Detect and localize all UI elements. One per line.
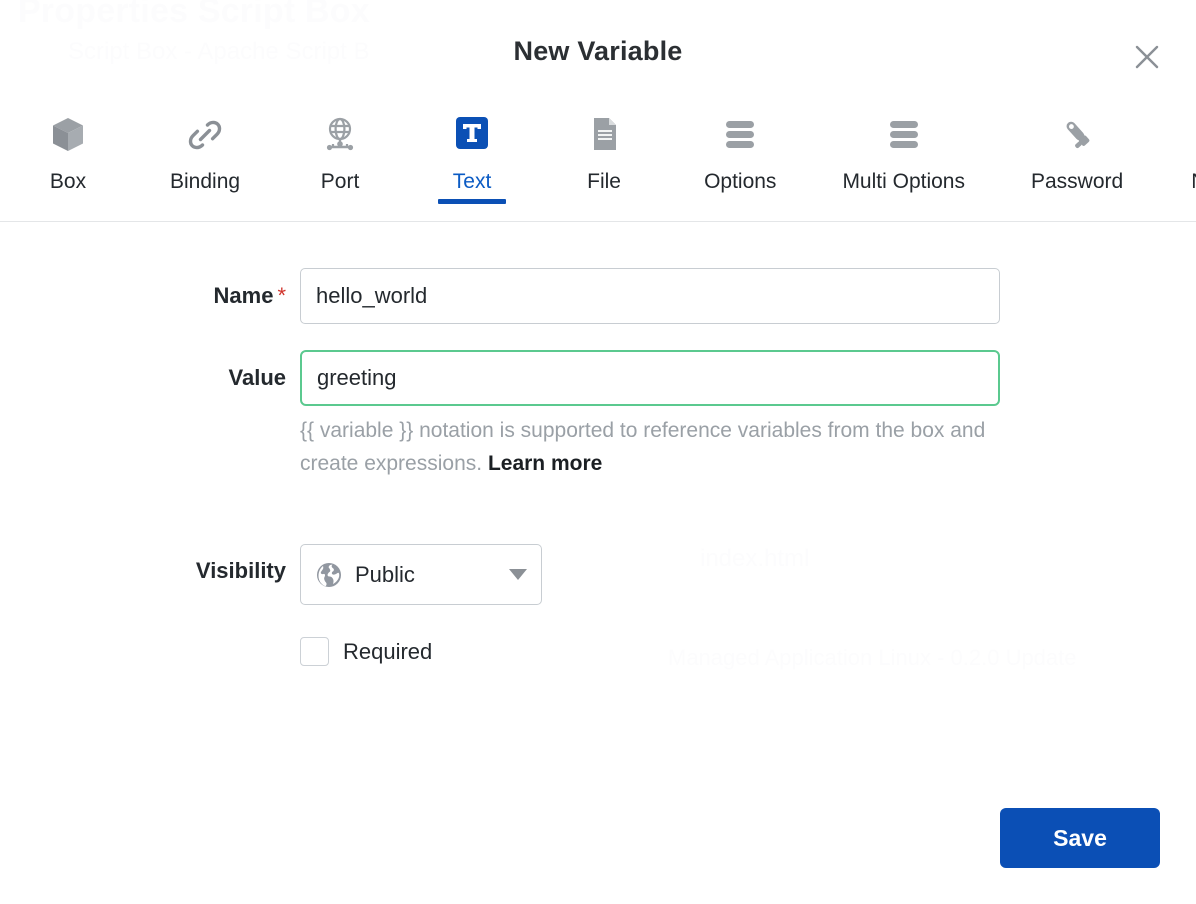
text-t-icon	[451, 112, 493, 158]
tab-underline	[702, 199, 778, 204]
learn-more-link[interactable]: Learn more	[488, 452, 602, 475]
tab-number[interactable]: Number	[1179, 106, 1196, 194]
variable-type-tabs: Box Binding Port Text File Options Multi…	[0, 106, 1196, 222]
name-row: Name *	[0, 268, 1196, 324]
tab-underline	[840, 199, 967, 204]
value-field-col: {{ variable }} notation is supported to …	[300, 350, 1196, 480]
save-button[interactable]: Save	[1000, 808, 1160, 868]
globe-network-icon	[319, 112, 361, 158]
visibility-selected-value: Public	[355, 561, 415, 587]
tab-label: Binding	[170, 170, 241, 193]
tab-label: File	[587, 170, 621, 193]
name-label-wrap: Name *	[0, 268, 300, 307]
tab-port[interactable]: Port	[296, 106, 384, 194]
new-variable-dialog: New Variable Box Binding Port Text File …	[0, 0, 1196, 904]
name-input[interactable]	[300, 268, 1000, 324]
required-checkbox-wrap[interactable]: Required	[300, 637, 1196, 667]
visibility-field-col: Public	[300, 544, 1196, 606]
dialog-footer: Save	[1000, 808, 1160, 868]
tab-label: Port	[320, 170, 360, 193]
required-asterisk: *	[277, 283, 286, 308]
helper-text: {{ variable }} notation is supported to …	[300, 419, 986, 476]
tab-underline	[306, 199, 374, 204]
required-field-col: Required	[300, 637, 1196, 667]
variable-form: Name* Value {{ variable }} notation is s…	[0, 222, 1196, 667]
tab-label: Box	[49, 170, 87, 193]
value-helper-text: {{ variable }} notation is supported to …	[300, 414, 1000, 480]
globe-icon	[315, 561, 343, 589]
tab-label: Password	[1030, 170, 1124, 193]
tab-label: Number	[1191, 170, 1196, 194]
required-row: Required	[0, 637, 1196, 667]
required-checkbox-label: Required	[343, 638, 433, 664]
tab-underline	[570, 199, 638, 204]
close-icon[interactable]	[1128, 38, 1166, 76]
key-icon	[1056, 112, 1098, 158]
name-label: Name	[213, 283, 274, 308]
visibility-select[interactable]: Public	[300, 544, 542, 606]
tab-file[interactable]: File	[560, 106, 648, 194]
name-field-col	[300, 268, 1196, 324]
tab-underline	[168, 199, 242, 204]
file-icon	[583, 112, 625, 158]
value-row: Value {{ variable }} notation is support…	[0, 350, 1196, 480]
chevron-down-icon	[509, 569, 527, 581]
tab-options[interactable]: Options	[692, 106, 788, 194]
tab-password[interactable]: Password	[1019, 106, 1135, 194]
tab-label: Multi Options	[842, 170, 965, 193]
tab-text[interactable]: Text	[428, 106, 516, 204]
list-bars-icon	[883, 112, 925, 158]
tab-label: Text	[452, 170, 492, 193]
value-label: Value	[228, 365, 286, 390]
link-icon	[184, 112, 226, 158]
tab-multi-options[interactable]: Multi Options	[830, 106, 977, 194]
tab-underline	[438, 199, 507, 204]
required-checkbox[interactable]	[300, 637, 329, 667]
visibility-label: Visibility	[195, 558, 286, 584]
dialog-title: New Variable	[513, 36, 683, 66]
tab-underline	[1189, 199, 1196, 204]
tab-label: Options	[704, 170, 777, 193]
tab-box[interactable]: Box	[24, 106, 112, 194]
box-icon	[47, 112, 89, 158]
value-input[interactable]	[300, 350, 1000, 406]
visibility-row: Visibility Public	[0, 544, 1196, 606]
dialog-header: New Variable	[0, 0, 1196, 106]
tab-underline	[34, 199, 102, 204]
tab-binding[interactable]: Binding	[158, 106, 252, 194]
list-bars-icon	[719, 112, 761, 158]
tab-underline	[1029, 199, 1125, 204]
